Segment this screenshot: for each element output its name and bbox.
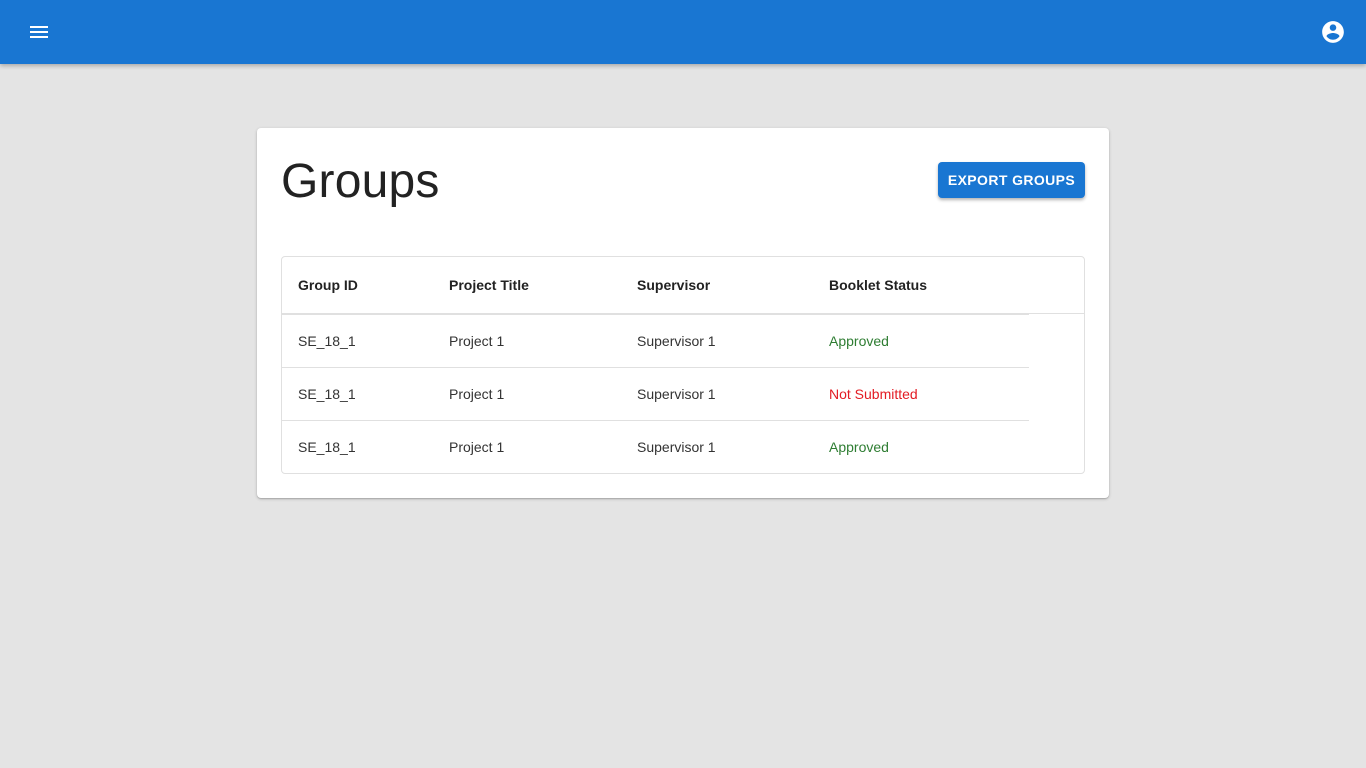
page-title: Groups (281, 155, 440, 208)
header-divider (282, 313, 1084, 314)
table-row[interactable]: SE_18_1 Project 1 Supervisor 1 Not Submi… (282, 367, 1029, 421)
cell-group-id: SE_18_1 (282, 367, 433, 421)
app-bar (0, 0, 1366, 64)
column-header-booklet-status[interactable]: Booklet Status (813, 257, 1029, 315)
export-groups-button[interactable]: EXPORT GROUPS (938, 162, 1085, 198)
account-circle-icon[interactable] (1318, 17, 1348, 47)
cell-booklet-status: Approved (813, 314, 1029, 368)
menu-icon[interactable] (24, 17, 54, 47)
cell-project-title: Project 1 (433, 420, 621, 473)
column-header-supervisor[interactable]: Supervisor (621, 257, 813, 315)
cell-supervisor: Supervisor 1 (621, 367, 813, 421)
column-header-group-id[interactable]: Group ID (282, 257, 433, 315)
table-row[interactable]: SE_18_1 Project 1 Supervisor 1 Approved (282, 420, 1029, 473)
table-header-row: Group ID Project Title Supervisor Bookle… (282, 257, 1029, 315)
groups-table: Group ID Project Title Supervisor Bookle… (281, 256, 1085, 474)
column-header-project-title[interactable]: Project Title (433, 257, 621, 315)
cell-project-title: Project 1 (433, 314, 621, 368)
groups-card: Groups EXPORT GROUPS Group ID Project Ti… (257, 128, 1109, 498)
cell-group-id: SE_18_1 (282, 420, 433, 473)
cell-supervisor: Supervisor 1 (621, 420, 813, 473)
table-row[interactable]: SE_18_1 Project 1 Supervisor 1 Approved (282, 314, 1029, 368)
cell-booklet-status: Approved (813, 420, 1029, 473)
cell-project-title: Project 1 (433, 367, 621, 421)
cell-group-id: SE_18_1 (282, 314, 433, 368)
cell-booklet-status: Not Submitted (813, 367, 1029, 421)
cell-supervisor: Supervisor 1 (621, 314, 813, 368)
